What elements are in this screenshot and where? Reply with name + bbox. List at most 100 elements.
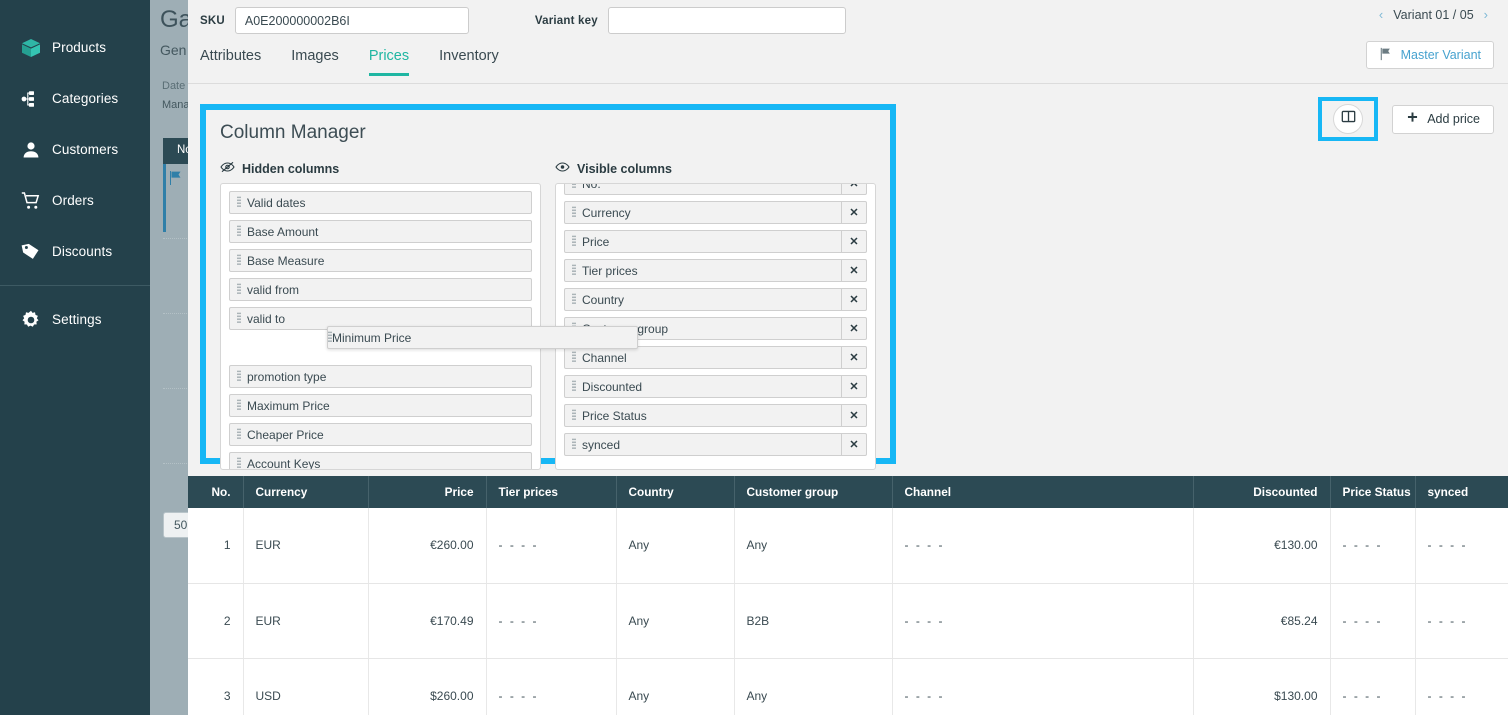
hidden-column-item[interactable]: Base Measure bbox=[229, 249, 532, 272]
cell-channel: - - - - bbox=[892, 658, 1193, 715]
close-icon[interactable]: ✕ bbox=[841, 289, 866, 310]
drag-handle-icon[interactable] bbox=[565, 235, 582, 248]
hidden-column-item[interactable]: Maximum Price bbox=[229, 394, 532, 417]
visible-column-item[interactable]: No. ✕ bbox=[564, 183, 867, 195]
close-icon[interactable]: ✕ bbox=[841, 376, 866, 397]
cell-customer-group: Any bbox=[734, 508, 892, 583]
cell-price-status: - - - - bbox=[1330, 583, 1415, 658]
visible-column-item[interactable]: Tier prices ✕ bbox=[564, 259, 867, 282]
drag-handle-icon[interactable] bbox=[565, 351, 582, 364]
column-header-price[interactable]: Price bbox=[368, 476, 486, 508]
column-header-synced[interactable]: synced bbox=[1415, 476, 1508, 508]
column-header-customer-group[interactable]: Customer group bbox=[734, 476, 892, 508]
variant-key-input[interactable] bbox=[608, 7, 846, 34]
column-header-discounted[interactable]: Discounted bbox=[1193, 476, 1330, 508]
hidden-column-label: promotion type bbox=[247, 370, 531, 384]
column-header-currency[interactable]: Currency bbox=[243, 476, 368, 508]
sku-input[interactable]: A0E200000002B6I bbox=[235, 7, 469, 34]
plus-icon bbox=[1406, 111, 1419, 127]
drag-handle-icon[interactable] bbox=[565, 293, 582, 306]
sidebar-item-orders[interactable]: Orders bbox=[0, 175, 150, 226]
drag-handle-icon[interactable] bbox=[230, 283, 247, 296]
cell-price: €170.49 bbox=[368, 583, 486, 658]
cell-country: Any bbox=[616, 658, 734, 715]
column-header-country[interactable]: Country bbox=[616, 476, 734, 508]
tab-images[interactable]: Images bbox=[291, 48, 339, 76]
column-header-tier-prices[interactable]: Tier prices bbox=[486, 476, 616, 508]
drag-handle-icon[interactable] bbox=[565, 183, 582, 190]
dragged-column-label: Minimum Price bbox=[332, 331, 411, 345]
visible-column-item[interactable]: Currency ✕ bbox=[564, 201, 867, 224]
drag-handle-icon[interactable] bbox=[230, 370, 247, 383]
drag-handle-icon[interactable] bbox=[230, 225, 247, 238]
cell-price: €260.00 bbox=[368, 508, 486, 583]
column-header-no[interactable]: No. bbox=[188, 476, 243, 508]
drag-handle-icon[interactable] bbox=[565, 380, 582, 393]
hidden-columns-heading: Hidden columns bbox=[220, 161, 541, 176]
visible-column-item[interactable]: Price ✕ bbox=[564, 230, 867, 253]
table-row[interactable]: 1 EUR €260.00 - - - - Any Any - - - - €1… bbox=[188, 508, 1508, 583]
dragged-column-item[interactable]: Minimum Price bbox=[327, 326, 638, 349]
visible-column-label: synced bbox=[582, 438, 841, 452]
hidden-column-item[interactable]: Account Keys bbox=[229, 452, 532, 470]
drag-handle-icon[interactable] bbox=[230, 196, 247, 209]
close-icon[interactable]: ✕ bbox=[841, 405, 866, 426]
visible-columns-heading: Visible columns bbox=[555, 161, 876, 176]
drag-handle-icon[interactable] bbox=[230, 312, 247, 325]
chevron-left-icon[interactable]: ‹ bbox=[1379, 7, 1383, 22]
cell-discounted: €130.00 bbox=[1193, 508, 1330, 583]
drag-handle-icon[interactable] bbox=[230, 457, 247, 470]
sidebar-item-products[interactable]: Products bbox=[0, 22, 150, 73]
hidden-column-item[interactable]: Cheaper Price bbox=[229, 423, 532, 446]
hidden-column-item[interactable]: Valid dates bbox=[229, 191, 532, 214]
visible-column-item[interactable]: Country ✕ bbox=[564, 288, 867, 311]
sidebar-item-categories[interactable]: Categories bbox=[0, 73, 150, 124]
tab-inventory[interactable]: Inventory bbox=[439, 48, 499, 76]
close-icon[interactable]: ✕ bbox=[841, 183, 866, 194]
table-row[interactable]: 2 EUR €170.49 - - - - Any B2B - - - - €8… bbox=[188, 583, 1508, 658]
drag-handle-icon[interactable] bbox=[230, 254, 247, 267]
sidebar-item-customers[interactable]: Customers bbox=[0, 124, 150, 175]
visible-column-item[interactable]: synced ✕ bbox=[564, 433, 867, 456]
close-icon[interactable]: ✕ bbox=[841, 231, 866, 252]
visible-column-label: Currency bbox=[582, 206, 841, 220]
sidebar-item-discounts[interactable]: Discounts bbox=[0, 226, 150, 277]
hidden-column-item[interactable]: Base Amount bbox=[229, 220, 532, 243]
table-header-row: No. Currency Price Tier prices Country C… bbox=[188, 476, 1508, 508]
sidebar-item-settings[interactable]: Settings bbox=[0, 294, 150, 345]
sidebar-item-label: Settings bbox=[52, 312, 102, 327]
column-header-channel[interactable]: Channel bbox=[892, 476, 1193, 508]
tab-attributes[interactable]: Attributes bbox=[200, 48, 261, 76]
column-header-price-status[interactable]: Price Status bbox=[1330, 476, 1415, 508]
close-icon[interactable]: ✕ bbox=[841, 347, 866, 368]
close-icon[interactable]: ✕ bbox=[841, 318, 866, 339]
hidden-column-label: Account Keys bbox=[247, 457, 531, 471]
table-row[interactable]: 3 USD $260.00 - - - - Any Any - - - - $1… bbox=[188, 658, 1508, 715]
column-manager-toggle-button[interactable] bbox=[1333, 104, 1363, 134]
visible-column-item[interactable]: Discounted ✕ bbox=[564, 375, 867, 398]
cell-tier-prices: - - - - bbox=[486, 658, 616, 715]
cell-synced: - - - - bbox=[1415, 583, 1508, 658]
close-icon[interactable]: ✕ bbox=[841, 434, 866, 455]
drag-handle-icon[interactable] bbox=[230, 399, 247, 412]
drag-handle-icon[interactable] bbox=[565, 206, 582, 219]
hidden-column-item[interactable]: promotion type bbox=[229, 365, 532, 388]
close-icon[interactable]: ✕ bbox=[841, 202, 866, 223]
hidden-column-item[interactable]: valid from bbox=[229, 278, 532, 301]
tab-prices[interactable]: Prices bbox=[369, 48, 409, 76]
visible-column-item[interactable]: Channel ✕ bbox=[564, 346, 867, 369]
close-icon[interactable]: ✕ bbox=[841, 260, 866, 281]
drag-handle-icon[interactable] bbox=[565, 409, 582, 422]
columns-icon bbox=[1341, 109, 1356, 129]
drag-handle-icon[interactable] bbox=[230, 428, 247, 441]
drag-handle-icon[interactable] bbox=[565, 438, 582, 451]
master-variant-button[interactable]: Master Variant bbox=[1366, 41, 1494, 69]
drag-handle-icon[interactable] bbox=[565, 264, 582, 277]
hidden-columns-column: Hidden columns Valid dates Base Amount bbox=[220, 161, 541, 470]
chevron-right-icon[interactable]: › bbox=[1484, 7, 1488, 22]
hidden-columns-label: Hidden columns bbox=[242, 162, 339, 176]
visible-column-item[interactable]: Price Status ✕ bbox=[564, 404, 867, 427]
add-price-button[interactable]: Add price bbox=[1392, 105, 1494, 134]
sidebar-item-label: Discounts bbox=[52, 244, 112, 259]
background-dim-strip: Ga Gen Date Mana No 1 2 3 4 5 50 bbox=[150, 0, 188, 715]
